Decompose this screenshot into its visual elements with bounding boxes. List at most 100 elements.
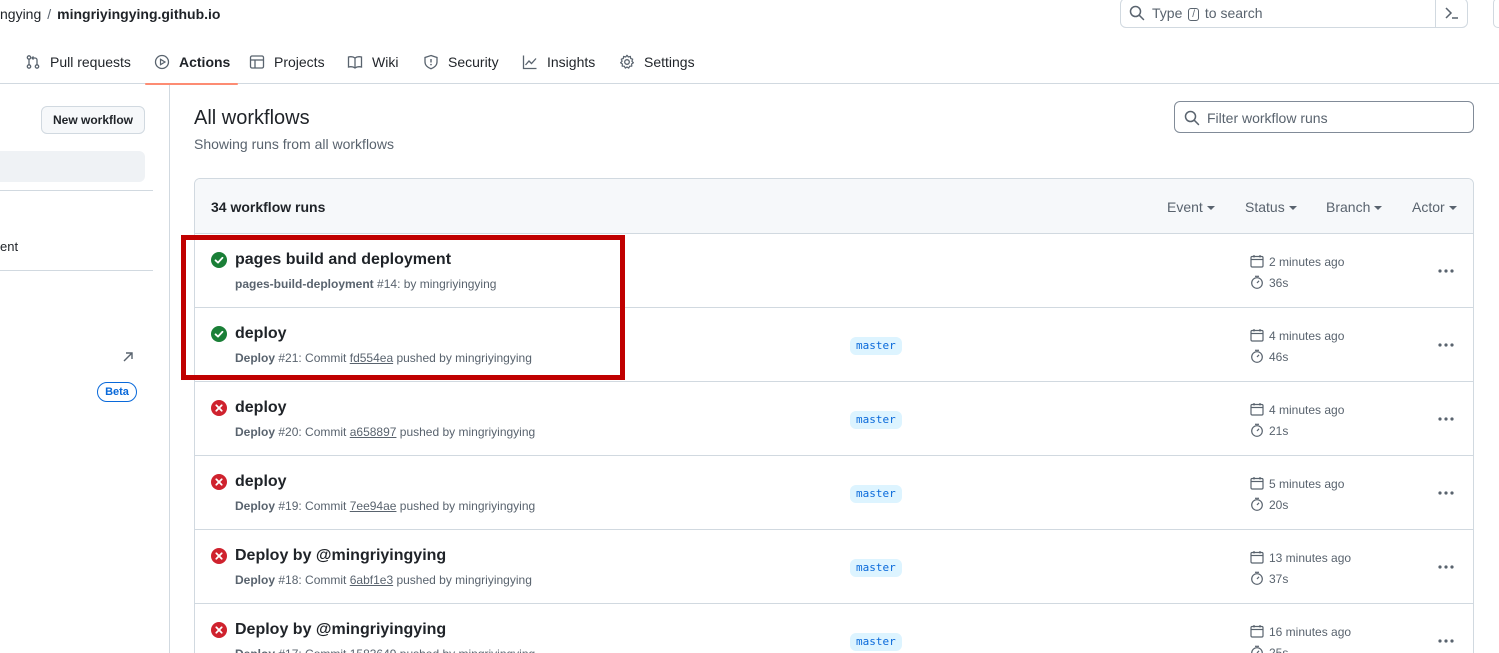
tab-label: Actions: [179, 54, 231, 70]
run-when: 5 minutes ago: [1269, 477, 1345, 491]
tab-label: Pull requests: [50, 54, 131, 70]
breadcrumb-repo[interactable]: mingriyingying.github.io: [57, 6, 220, 22]
stopwatch-icon: [1251, 571, 1263, 585]
commit-sha-link[interactable]: 6abf1e3: [350, 573, 393, 587]
run-title-link[interactable]: pages build and deployment: [235, 251, 451, 269]
tab-wiki[interactable]: Wiki: [347, 40, 398, 84]
tab-label: Insights: [547, 54, 596, 70]
search-hint-prefix: Type: [1152, 5, 1183, 21]
stopwatch-icon: [1251, 645, 1263, 653]
run-number: #17: [278, 647, 298, 653]
run-duration-value: 46s: [1269, 350, 1289, 364]
run-when: 13 minutes ago: [1269, 551, 1352, 565]
branch-label[interactable]: master: [850, 633, 902, 651]
filter-placeholder: Filter workflow runs: [1207, 110, 1328, 126]
branch-label[interactable]: master: [850, 559, 902, 577]
calendar-icon: [1250, 477, 1264, 490]
sidebar-item-all-workflows[interactable]: [0, 151, 145, 182]
run-meta: Deploy #18: Commit 6abf1e3 pushed by min…: [235, 573, 532, 587]
run-title-link[interactable]: deploy: [235, 325, 287, 343]
run-timestamp: 16 minutes ago: [1250, 624, 1351, 639]
workflow-run-row[interactable]: deploy Deploy #21: Commit fd554ea pushed …: [195, 308, 1473, 382]
workflow-run-row[interactable]: pages build and deployment pages-build-de…: [195, 234, 1473, 308]
tab-security[interactable]: Security: [423, 40, 499, 84]
status-filter-dropdown[interactable]: Status: [1245, 199, 1297, 215]
stopwatch-icon: [1251, 275, 1263, 289]
beta-badge: Beta: [97, 382, 137, 402]
sidebar-item-workflow[interactable]: ent: [0, 239, 18, 254]
run-timestamp: 4 minutes ago: [1250, 402, 1344, 417]
run-duration: 25s: [1250, 645, 1288, 653]
run-number: #20: [278, 425, 299, 439]
new-workflow-button[interactable]: New workflow: [41, 106, 145, 134]
workflow-run-row[interactable]: deploy Deploy #20: Commit a658897 pushed …: [195, 382, 1473, 456]
run-when: 4 minutes ago: [1269, 329, 1345, 343]
kebab-menu-icon[interactable]: [1437, 264, 1455, 278]
actor-filter-dropdown[interactable]: Actor: [1412, 199, 1457, 215]
top-header: ngying / mingriyingying.github.io Type / t…: [0, 0, 1499, 32]
workflow-run-row[interactable]: Deploy by @mingriyingying Deploy #17: Com…: [195, 604, 1473, 653]
check-circle-icon: [211, 326, 227, 342]
branch-label[interactable]: master: [850, 411, 902, 429]
tab-settings[interactable]: Settings: [619, 40, 695, 84]
tab-insights[interactable]: Insights: [522, 40, 595, 84]
branch-filter-dropdown[interactable]: Branch: [1326, 199, 1382, 215]
commit-sha-link[interactable]: 1583649: [350, 647, 397, 653]
workflow-run-row[interactable]: Deploy by @mingriyingying Deploy #18: Com…: [195, 530, 1473, 604]
run-actor: mingriyingying: [419, 277, 497, 291]
kebab-menu-icon[interactable]: [1437, 412, 1455, 426]
run-meta: Deploy #20: Commit a658897 pushed by min…: [235, 425, 536, 439]
commit-sha-link[interactable]: a658897: [350, 425, 397, 439]
run-meta: pages-build-deployment #14: by mingriyin…: [235, 277, 497, 291]
branch-label[interactable]: master: [850, 337, 902, 355]
arrow-up-right-icon[interactable]: [121, 350, 135, 364]
header-edge-button[interactable]: [1493, 0, 1499, 28]
run-title-link[interactable]: deploy: [235, 473, 287, 491]
command-palette-button[interactable]: [1435, 0, 1467, 28]
run-meta: Deploy #21: Commit fd554ea pushed by min…: [235, 351, 532, 365]
sidebar-divider: [0, 270, 153, 271]
commit-sha-link[interactable]: fd554ea: [350, 351, 393, 365]
search-icon: [1129, 5, 1145, 21]
x-circle-icon: [211, 474, 227, 490]
filter-workflow-runs-input[interactable]: Filter workflow runs: [1174, 101, 1474, 133]
tab-pull-requests[interactable]: Pull requests: [25, 40, 131, 84]
run-timestamp: 13 minutes ago: [1250, 550, 1351, 565]
breadcrumb-owner[interactable]: ngying: [0, 6, 41, 22]
run-workflow-name: Deploy: [235, 425, 276, 439]
run-number: #14: [377, 277, 398, 291]
run-duration-value: 20s: [1269, 498, 1289, 512]
run-title-link[interactable]: Deploy by @mingriyingying: [235, 547, 446, 565]
kebab-menu-icon[interactable]: [1437, 634, 1455, 648]
run-duration-value: 37s: [1269, 572, 1289, 586]
stopwatch-icon: [1251, 497, 1263, 511]
kebab-menu-icon[interactable]: [1437, 486, 1455, 500]
branch-label[interactable]: master: [850, 485, 902, 503]
run-actor: mingriyingying: [459, 647, 536, 653]
graph-icon: [522, 55, 537, 70]
book-icon: [347, 56, 363, 69]
global-search-input[interactable]: Type / to search: [1120, 0, 1468, 28]
calendar-icon: [1250, 403, 1264, 416]
check-circle-icon: [211, 252, 227, 268]
terminal-icon: [1445, 7, 1458, 19]
run-title-link[interactable]: Deploy by @mingriyingying: [235, 621, 446, 639]
stopwatch-icon: [1251, 423, 1263, 437]
run-when: 16 minutes ago: [1269, 625, 1352, 639]
sidebar-divider: [0, 190, 153, 191]
run-number: #19: [278, 499, 299, 513]
calendar-icon: [1250, 255, 1264, 268]
run-number: #18: [278, 573, 299, 587]
kebab-menu-icon[interactable]: [1437, 560, 1455, 574]
tab-projects[interactable]: Projects: [249, 40, 325, 84]
run-timestamp: 5 minutes ago: [1250, 476, 1344, 491]
run-timestamp: 2 minutes ago: [1250, 254, 1344, 269]
tab-actions[interactable]: Actions: [144, 40, 239, 85]
run-duration: 37s: [1250, 571, 1288, 586]
run-title-link[interactable]: deploy: [235, 399, 287, 417]
event-filter-dropdown[interactable]: Event: [1167, 199, 1215, 215]
x-circle-icon: [211, 622, 227, 638]
commit-sha-link[interactable]: 7ee94ae: [350, 499, 397, 513]
workflow-run-row[interactable]: deploy Deploy #19: Commit 7ee94ae pushed …: [195, 456, 1473, 530]
kebab-menu-icon[interactable]: [1437, 338, 1455, 352]
